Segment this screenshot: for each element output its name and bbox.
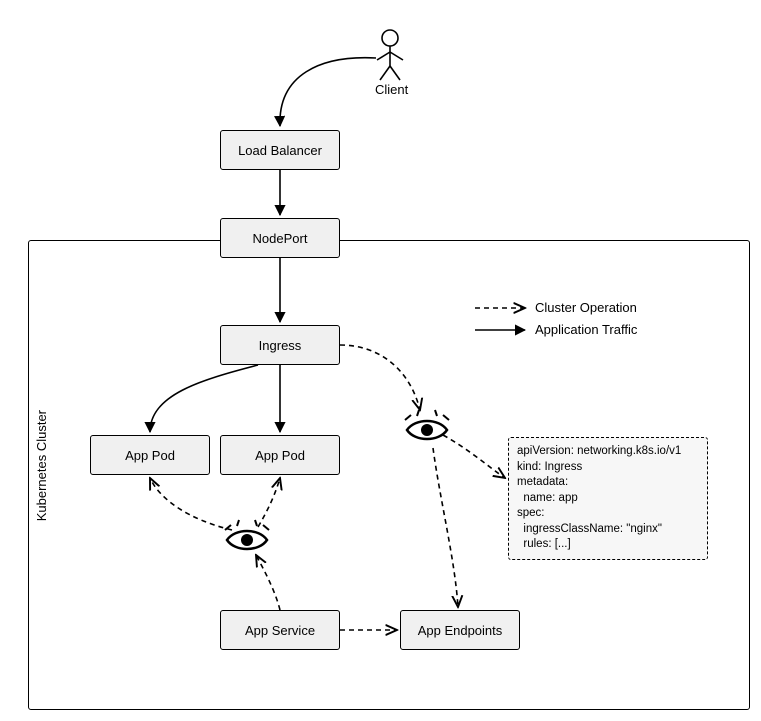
- legend-cluster-op: Cluster Operation: [535, 300, 637, 315]
- load-balancer-box: Load Balancer: [220, 130, 340, 170]
- nodeport-box: NodePort: [220, 218, 340, 258]
- arrow-client-to-lb: [280, 58, 376, 126]
- app-pod-1-box: App Pod: [90, 435, 210, 475]
- ingress-spec-box: apiVersion: networking.k8s.io/v1 kind: I…: [508, 437, 708, 560]
- client-label: Client: [375, 82, 408, 97]
- app-pod-2-box: App Pod: [220, 435, 340, 475]
- app-endpoints-box: App Endpoints: [400, 610, 520, 650]
- ingress-box: Ingress: [220, 325, 340, 365]
- app-service-box: App Service: [220, 610, 340, 650]
- cluster-label: Kubernetes Cluster: [34, 410, 49, 521]
- legend-app-traffic: Application Traffic: [535, 322, 637, 337]
- diagram-canvas: Kubernetes Cluster Load Balancer NodePor…: [0, 0, 761, 721]
- client-icon: [377, 30, 403, 80]
